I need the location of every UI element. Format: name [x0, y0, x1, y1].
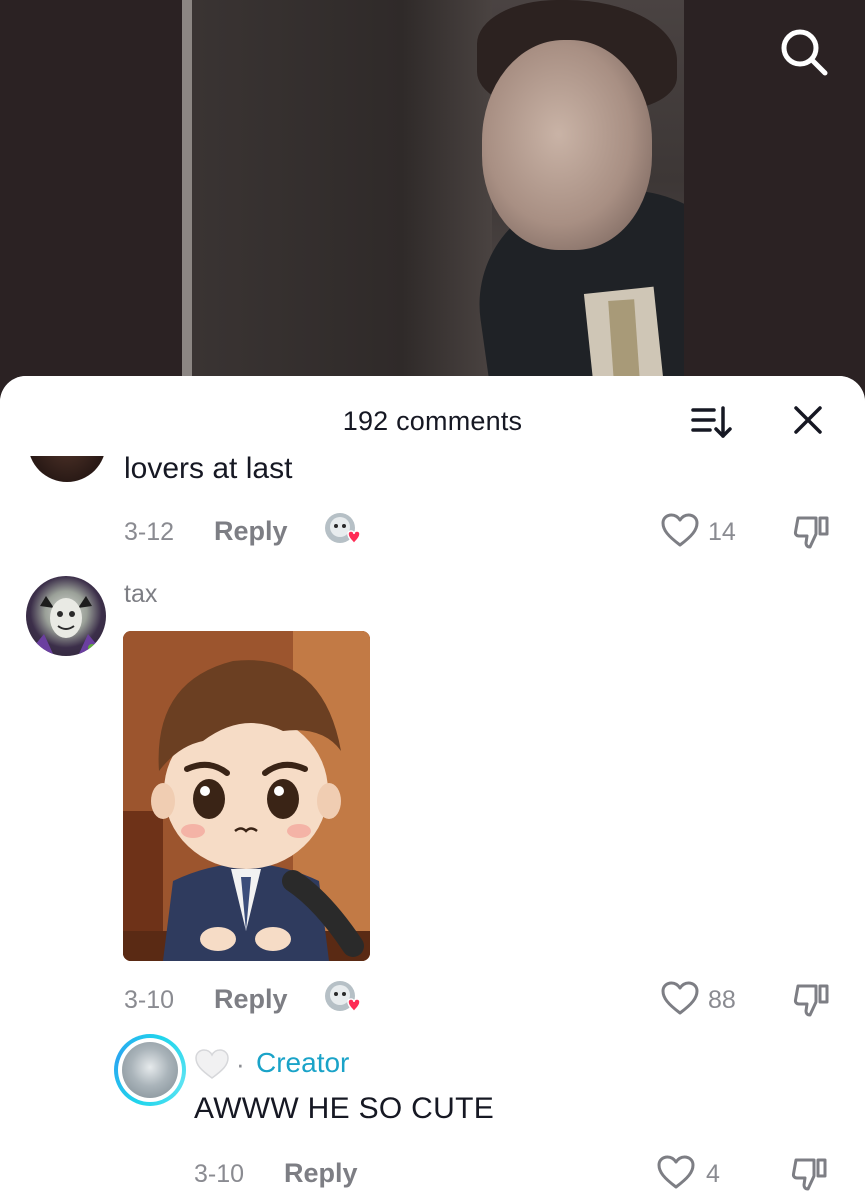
- video-player[interactable]: [0, 0, 865, 400]
- comments-sheet: 192 comments lovers at last 3-12 Reply 1…: [0, 376, 865, 1200]
- heart-icon: [195, 1049, 229, 1079]
- like-count: 4: [706, 1160, 720, 1188]
- like-count: 14: [708, 518, 736, 546]
- thumbs-down-icon[interactable]: [790, 1154, 830, 1194]
- close-icon[interactable]: [788, 400, 828, 440]
- sort-icon[interactable]: [688, 402, 734, 442]
- reply-date: 3-10: [194, 1160, 245, 1188]
- creator-liked-icon: [325, 981, 360, 1013]
- reply-text: AWWW HE SO CUTE: [194, 1092, 495, 1125]
- creator-liked-icon: [325, 513, 360, 545]
- thumbs-down-icon[interactable]: [792, 980, 832, 1020]
- heart-outline-icon[interactable]: [656, 1154, 696, 1190]
- separator: ·: [236, 1049, 245, 1079]
- comments-header: 192 comments: [0, 376, 865, 456]
- comment-date: 3-12: [124, 518, 175, 546]
- creator-badge: Creator: [256, 1047, 350, 1078]
- thumbs-down-icon[interactable]: [792, 512, 832, 552]
- comment-count: 192 comments: [342, 406, 523, 436]
- like-count: 88: [708, 986, 736, 1014]
- heart-outline-icon[interactable]: [660, 512, 700, 548]
- avatar[interactable]: [26, 576, 106, 656]
- comment-date: 3-10: [124, 986, 175, 1014]
- comment-text: lovers at last: [124, 452, 293, 485]
- creator-avatar[interactable]: [114, 1034, 186, 1106]
- reply-button[interactable]: Reply: [214, 984, 288, 1015]
- reply-button[interactable]: Reply: [284, 1158, 358, 1189]
- heart-outline-icon[interactable]: [660, 980, 700, 1016]
- search-icon[interactable]: [778, 26, 830, 78]
- username[interactable]: tax: [124, 580, 157, 609]
- reply-button[interactable]: Reply: [214, 516, 288, 547]
- comment-sticker-image[interactable]: [123, 631, 370, 961]
- video-frame: [182, 0, 684, 400]
